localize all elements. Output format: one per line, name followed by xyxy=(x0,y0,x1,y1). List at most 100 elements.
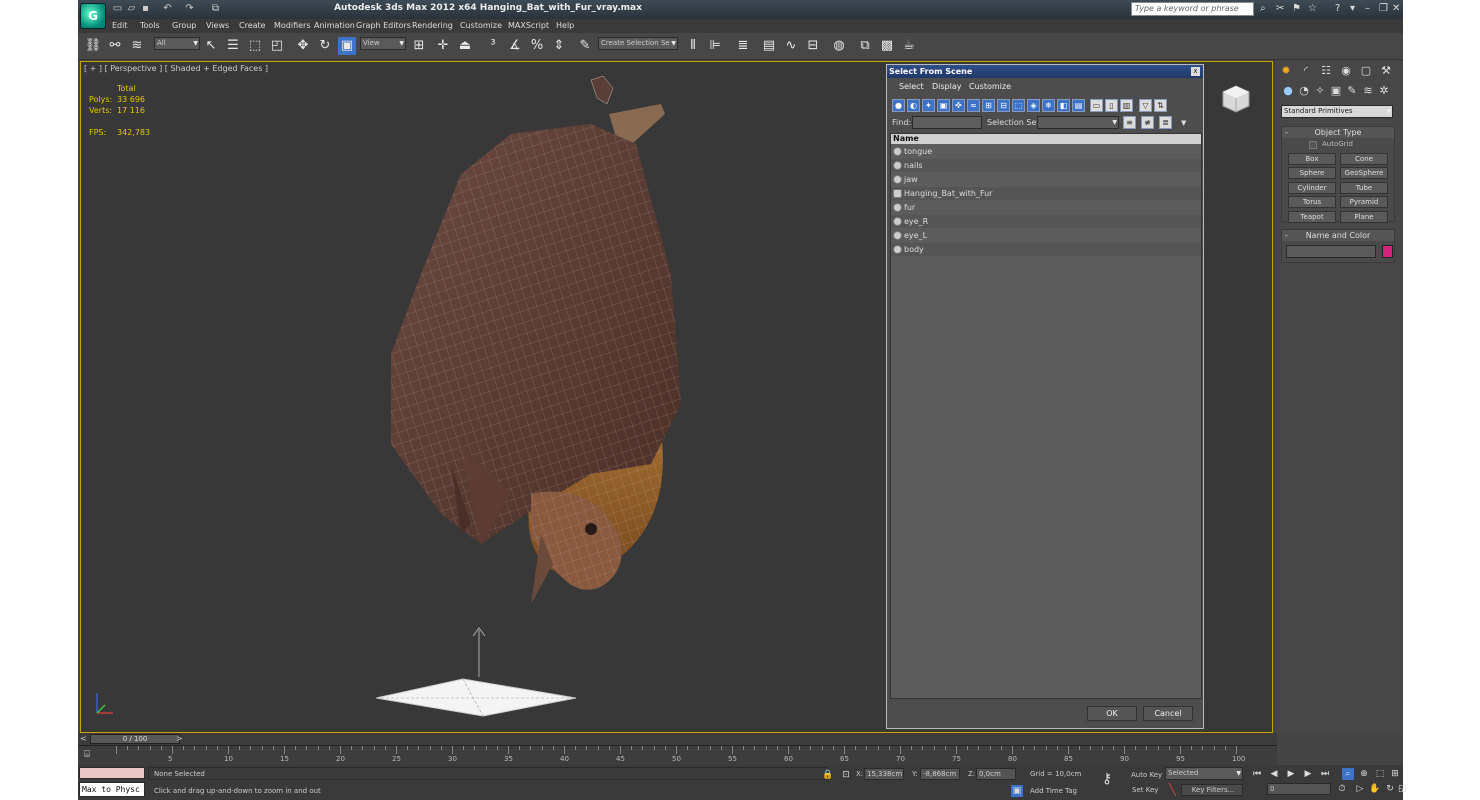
primitive-category-dropdown[interactable]: Standard Primitives xyxy=(1281,105,1393,118)
viewcube[interactable] xyxy=(1221,84,1251,114)
menu-maxscript[interactable]: MAXScript xyxy=(508,21,549,30)
space-warps-category-icon[interactable]: ≋ xyxy=(1361,84,1375,98)
pyramid-button[interactable]: Pyramid xyxy=(1340,196,1388,208)
modify-tab-icon[interactable]: ◜ xyxy=(1299,64,1313,78)
hierarchy-tab-icon[interactable]: ☷ xyxy=(1319,64,1333,78)
orbit-icon[interactable]: ↻ xyxy=(1384,783,1396,795)
display-cameras-icon[interactable]: ▣ xyxy=(937,99,950,112)
viewport-label[interactable]: [ + ] [ Perspective ] [ Shaded + Edged F… xyxy=(84,64,268,73)
mirror-icon[interactable]: ⫴ xyxy=(684,37,702,55)
motion-tab-icon[interactable]: ◉ xyxy=(1339,64,1353,78)
tools-icon[interactable]: ✂ xyxy=(1276,3,1284,15)
bind-space-warp-icon[interactable]: ≋ xyxy=(128,37,146,55)
time-prev-icon[interactable]: < xyxy=(80,734,87,743)
maximize-viewport-icon[interactable]: ◱ xyxy=(1398,783,1407,795)
ok-button[interactable]: OK xyxy=(1087,706,1137,721)
display-containers-icon[interactable]: ◈ xyxy=(1027,99,1040,112)
layer-manager-icon[interactable]: ≣ xyxy=(734,37,752,55)
menu-views[interactable]: Views xyxy=(206,21,229,30)
scene-object-list[interactable]: Name tongue nails jaw Hanging_Bat_with_F… xyxy=(890,133,1202,699)
time-configuration-icon[interactable]: ⏱ xyxy=(1336,783,1348,795)
display-geometry-icon[interactable]: ● xyxy=(892,99,905,112)
previous-frame-icon[interactable]: ◀ xyxy=(1268,768,1280,780)
angle-snap-icon[interactable]: ∡ xyxy=(506,37,524,55)
display-frozen-icon[interactable]: ❄ xyxy=(1042,99,1055,112)
search-input[interactable]: Type a keyword or phrase xyxy=(1131,2,1254,16)
geosphere-button[interactable]: GeoSphere xyxy=(1340,167,1388,179)
find-input[interactable] xyxy=(912,116,982,129)
percent-snap-icon[interactable]: % xyxy=(528,37,546,55)
absolute-transform-icon[interactable]: ⊡ xyxy=(840,769,852,781)
menu-modifiers[interactable]: Modifiers xyxy=(274,21,311,30)
teapot-button[interactable]: Teapot xyxy=(1288,211,1336,223)
create-tab-icon[interactable]: ✹ xyxy=(1279,64,1293,78)
help-icon[interactable]: ? xyxy=(1335,3,1340,15)
display-space-warps-icon[interactable]: ≈ xyxy=(967,99,980,112)
key-filters-button[interactable]: Key Filters... xyxy=(1181,784,1243,796)
list-item[interactable]: jaw xyxy=(891,173,1201,186)
next-frame-icon[interactable]: ▶ xyxy=(1302,768,1314,780)
pan-view-icon[interactable]: ✋ xyxy=(1369,783,1381,795)
move-icon[interactable]: ✥ xyxy=(294,37,312,55)
filter-icon[interactable]: ▽ xyxy=(1139,99,1152,112)
dialog-close-button[interactable]: x xyxy=(1191,67,1200,76)
auto-key-button[interactable]: Auto Key xyxy=(1131,771,1162,779)
track-bar[interactable]: ⌸ 5 10 15 20 25 30 35 40 45 50 55 60 65 70 75 80 85 90 95 1… xyxy=(78,745,1277,765)
helpers-category-icon[interactable]: ✎ xyxy=(1345,84,1359,98)
go-to-start-icon[interactable]: ⏮ xyxy=(1251,768,1263,780)
cancel-button[interactable]: Cancel xyxy=(1143,706,1193,721)
cylinder-button[interactable]: Cylinder xyxy=(1288,182,1336,194)
tube-button[interactable]: Tube xyxy=(1340,182,1388,194)
dialog-menu-select[interactable]: Select xyxy=(899,82,924,91)
go-to-end-icon[interactable]: ⏭ xyxy=(1319,768,1331,780)
sphere-button[interactable]: Sphere xyxy=(1288,167,1336,179)
render-setup-icon[interactable]: ⧉ xyxy=(856,37,874,55)
reference-coordinate-dropdown[interactable]: View xyxy=(360,37,406,50)
menu-rendering[interactable]: Rendering xyxy=(412,21,453,30)
display-tab-icon[interactable]: ▢ xyxy=(1359,64,1373,78)
z-coordinate-input[interactable]: 0,0cm xyxy=(976,768,1016,780)
menu-group[interactable]: Group xyxy=(172,21,196,30)
play-icon[interactable]: ▶ xyxy=(1285,768,1297,780)
x-coordinate-input[interactable]: 15,338cm xyxy=(864,768,904,780)
close-icon[interactable]: ✕ xyxy=(1392,3,1400,15)
box-button[interactable]: Box xyxy=(1288,153,1336,165)
autogrid-checkbox[interactable] xyxy=(1309,141,1317,149)
rendered-frame-window-icon[interactable]: ▩ xyxy=(878,37,896,55)
render-production-icon[interactable]: ☕ xyxy=(900,37,918,55)
schematic-view-icon[interactable]: ⊟ xyxy=(804,37,822,55)
time-next-icon[interactable]: > xyxy=(176,734,183,743)
time-tag-icon[interactable]: ▣ xyxy=(1011,785,1023,797)
select-invert-icon[interactable]: ≣ xyxy=(1159,116,1172,129)
select-manipulate-icon[interactable]: ✛ xyxy=(434,37,452,55)
dialog-menu-customize[interactable]: Customize xyxy=(969,82,1011,91)
restore-icon[interactable]: ❐ xyxy=(1379,3,1388,15)
graphite-ribbon-icon[interactable]: ▤ xyxy=(760,37,778,55)
object-type-header[interactable]: - Object Type xyxy=(1282,127,1394,138)
time-slider[interactable]: 0 / 100 xyxy=(90,734,180,744)
pivot-center-icon[interactable]: ⊞ xyxy=(410,37,428,55)
bat-model[interactable] xyxy=(291,74,691,634)
rectangular-selection-icon[interactable]: ⬚ xyxy=(246,37,264,55)
menu-tools[interactable]: Tools xyxy=(140,21,160,30)
object-name-input[interactable] xyxy=(1286,245,1376,258)
align-icon[interactable]: ⊫ xyxy=(706,37,724,55)
y-coordinate-input[interactable]: -8,868cm xyxy=(920,768,960,780)
name-column-header[interactable]: Name xyxy=(891,134,1201,144)
key-mode-dropdown[interactable]: Selected xyxy=(1165,767,1243,780)
geometry-category-icon[interactable]: ● xyxy=(1281,84,1295,98)
favorites-icon[interactable]: ☆ xyxy=(1308,3,1317,15)
named-selection-sets-dropdown[interactable]: Create Selection Se xyxy=(598,37,678,50)
display-bones-icon[interactable]: ⬚ xyxy=(1012,99,1025,112)
utilities-tab-icon[interactable]: ⚒ xyxy=(1379,64,1393,78)
menu-graph-editors[interactable]: Graph Editors xyxy=(356,21,411,30)
selection-filter-dropdown[interactable]: All xyxy=(154,37,200,50)
shapes-category-icon[interactable]: ◔ xyxy=(1297,84,1311,98)
cameras-category-icon[interactable]: ▣ xyxy=(1329,84,1343,98)
display-lights-icon[interactable]: ✦ xyxy=(922,99,935,112)
zoom-icon[interactable]: ⌕ xyxy=(1342,768,1354,780)
list-item[interactable]: nails xyxy=(891,159,1201,172)
snaps-toggle-icon[interactable]: ³ xyxy=(484,37,502,55)
list-item[interactable]: fur xyxy=(891,201,1201,214)
display-xrefs-icon[interactable]: ⊟ xyxy=(997,99,1010,112)
